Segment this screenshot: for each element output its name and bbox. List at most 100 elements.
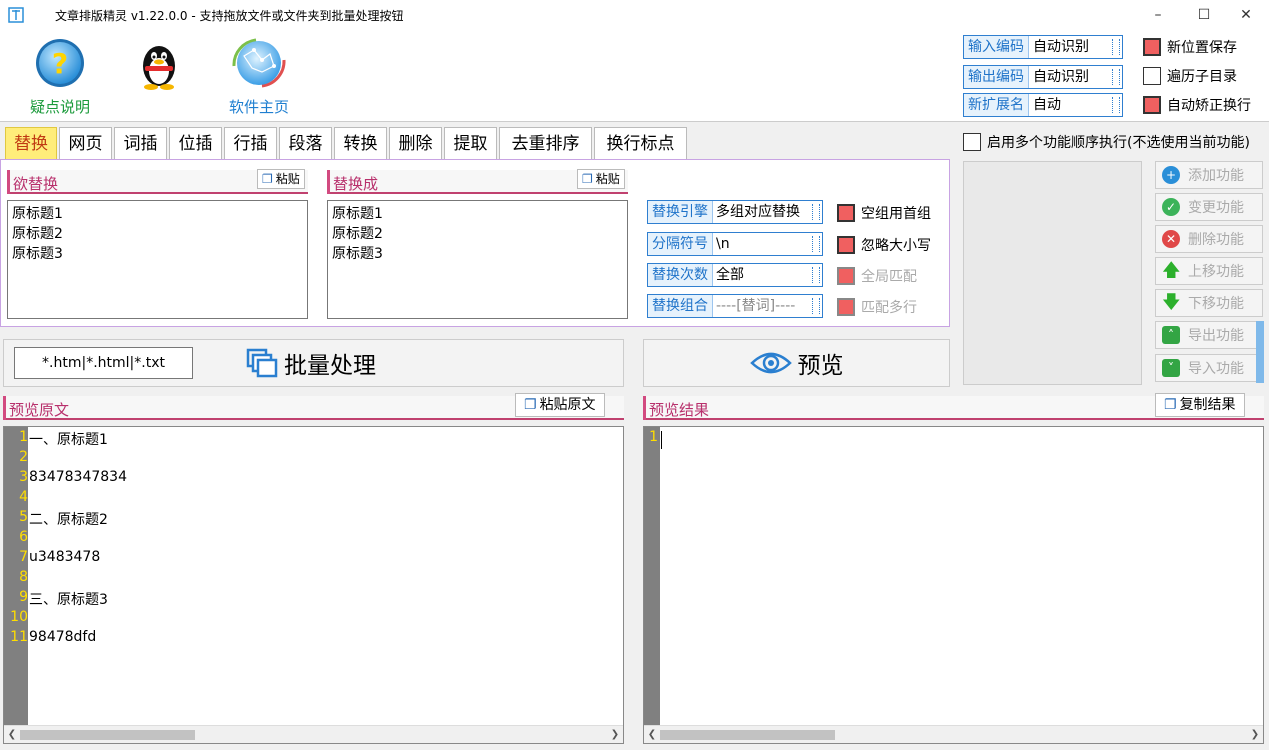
batch-process-button[interactable]: *.htm|*.html|*.txt 批量处理	[3, 339, 624, 387]
tab-delete[interactable]: 删除	[389, 127, 442, 159]
find-textarea[interactable]: 原标题1 原标题2 原标题3	[7, 200, 308, 319]
line-number: 10	[10, 609, 28, 625]
top-toolbar: ? 疑点说明 软件主页 输入编码 自动识别 输出编码 自动识别 新扩展名 自动 …	[0, 30, 1269, 122]
file-filter-input[interactable]: *.htm|*.html|*.txt	[14, 347, 193, 379]
arrow-up-icon: 🡅	[1162, 260, 1181, 281]
line-number-gutter	[644, 427, 660, 725]
code-line: 98478dfd	[29, 629, 97, 645]
tab-paragraph[interactable]: 段落	[279, 127, 332, 159]
scroll-thumb[interactable]	[20, 730, 195, 740]
preview-button[interactable]: 预览	[643, 339, 950, 387]
homepage-label: 软件主页	[228, 98, 289, 116]
export-function-button[interactable]: ˄ 导出功能	[1155, 321, 1263, 349]
dropdown-icon	[812, 204, 820, 220]
line-number: 1	[649, 429, 658, 445]
app-icon	[8, 7, 24, 23]
help-button[interactable]: ? 疑点说明	[20, 36, 100, 117]
empty-group-first-checkbox[interactable]: 空组用首组	[837, 203, 931, 223]
line-number: 8	[19, 569, 28, 585]
paste-find-button[interactable]: ❐ 粘贴	[257, 169, 305, 189]
replace-textarea[interactable]: 原标题1 原标题2 原标题3	[327, 200, 628, 319]
paste-source-button[interactable]: ❐ 粘贴原文	[515, 393, 605, 417]
x-icon: ✕	[1162, 230, 1180, 248]
global-match-checkbox[interactable]: 全局匹配	[837, 266, 917, 286]
preview-label: 预览	[797, 353, 844, 379]
input-encoding-value: 自动识别	[1033, 39, 1089, 55]
scroll-thumb[interactable]	[660, 730, 835, 740]
extension-value: 自动	[1033, 97, 1061, 113]
delete-function-button[interactable]: ✕ 删除功能	[1155, 225, 1263, 253]
code-line: 二、原标题2	[29, 512, 108, 528]
scroll-right-icon[interactable]: ❯	[1247, 726, 1263, 743]
line-number: 5	[19, 509, 28, 525]
move-down-button[interactable]: 🡇 下移功能	[1155, 289, 1263, 317]
output-encoding-select[interactable]: 输出编码 自动识别	[963, 65, 1123, 89]
result-editor[interactable]: 1 ❮ ❯	[643, 426, 1264, 744]
auto-fix-newline-checkbox[interactable]: 自动矫正换行	[1143, 95, 1251, 115]
function-list[interactable]	[963, 161, 1142, 385]
line-number: 1	[19, 429, 28, 445]
tab-replace[interactable]: 替换	[5, 127, 57, 159]
source-editor[interactable]: 1 一、原标题1 2 3 83478347834 4 5 二、原标题2 6 7 u3483478 8 9…	[3, 426, 624, 744]
ignore-case-checkbox[interactable]: 忽略大小写	[837, 235, 931, 255]
match-multiline-checkbox[interactable]: 匹配多行	[837, 297, 917, 317]
extension-select[interactable]: 新扩展名 自动	[963, 93, 1123, 117]
scroll-right-icon[interactable]: ❯	[607, 726, 623, 743]
tab-dedup-sort[interactable]: 去重排序	[499, 127, 592, 159]
line-number: 3	[19, 469, 28, 485]
dropdown-icon	[812, 236, 820, 252]
text-cursor	[661, 431, 662, 449]
homepage-button[interactable]: 软件主页	[218, 36, 300, 117]
maximize-icon[interactable]: ☐	[1181, 0, 1227, 30]
find-header: 欲替换	[13, 175, 59, 193]
horizontal-scrollbar[interactable]: ❮ ❯	[4, 725, 623, 743]
multi-function-checkbox[interactable]: 启用多个功能顺序执行(不选使用当前功能)	[963, 132, 1250, 152]
qq-button[interactable]	[132, 36, 186, 94]
import-function-button[interactable]: ˅ 导入功能	[1155, 354, 1263, 382]
help-label: 疑点说明	[29, 98, 90, 116]
add-function-button[interactable]: + 添加功能	[1155, 161, 1263, 189]
close-icon[interactable]: ✕	[1223, 0, 1269, 30]
globe-icon	[232, 38, 286, 88]
code-line: 三、原标题3	[29, 592, 108, 608]
arrow-down-icon: 🡇	[1162, 292, 1181, 313]
combo-select[interactable]: 替换组合 ----[替词]----	[647, 294, 823, 318]
plus-icon: +	[1162, 166, 1180, 184]
tab-line-insert[interactable]: 行插	[224, 127, 277, 159]
line-number: 9	[19, 589, 28, 605]
dropdown-icon	[1112, 39, 1120, 55]
move-up-button[interactable]: 🡅 上移功能	[1155, 257, 1263, 285]
batch-process-label: 批量处理	[284, 353, 376, 379]
paste-icon: ❐	[262, 172, 273, 186]
replace-header: 替换成	[333, 175, 379, 193]
tab-webpage[interactable]: 网页	[59, 127, 112, 159]
scroll-left-icon[interactable]: ❮	[4, 726, 20, 743]
function-scrollbar[interactable]	[1256, 321, 1264, 383]
line-number: 7	[19, 549, 28, 565]
input-encoding-select[interactable]: 输入编码 自动识别	[963, 35, 1123, 59]
count-select[interactable]: 替换次数 全部	[647, 263, 823, 287]
window-title: 文章排版精灵 v1.22.0.0 - 支持拖放文件或文件夹到批量处理按钮	[55, 9, 404, 23]
horizontal-scrollbar[interactable]: ❮ ❯	[644, 725, 1263, 743]
line-number: 6	[19, 529, 28, 545]
tab-extract[interactable]: 提取	[444, 127, 497, 159]
engine-select[interactable]: 替换引擎 多组对应替换	[647, 200, 823, 224]
paste-replace-button[interactable]: ❐ 粘贴	[577, 169, 625, 189]
replace-panel: 欲替换 ❐ 粘贴 原标题1 原标题2 原标题3 替换成 ❐ 粘贴 原标题1 原标题2…	[0, 159, 950, 327]
recurse-dirs-checkbox[interactable]: 遍历子目录	[1143, 66, 1237, 86]
tab-convert[interactable]: 转换	[334, 127, 387, 159]
scroll-left-icon[interactable]: ❮	[644, 726, 660, 743]
code-line: u3483478	[29, 549, 101, 565]
copy-result-button[interactable]: ❐ 复制结果	[1155, 393, 1245, 417]
tab-position-insert[interactable]: 位插	[169, 127, 222, 159]
minimize-icon[interactable]: –	[1135, 0, 1181, 30]
new-location-save-checkbox[interactable]: 新位置保存	[1143, 37, 1237, 57]
dropdown-icon	[812, 298, 820, 314]
dropdown-icon	[1112, 69, 1120, 85]
code-line: 一、原标题1	[29, 432, 108, 448]
tab-newline-punct[interactable]: 换行标点	[594, 127, 687, 159]
change-function-button[interactable]: ✓ 变更功能	[1155, 193, 1263, 221]
separator-select[interactable]: 分隔符号 \n	[647, 232, 823, 256]
tab-word-insert[interactable]: 词插	[114, 127, 167, 159]
output-encoding-value: 自动识别	[1033, 69, 1089, 85]
